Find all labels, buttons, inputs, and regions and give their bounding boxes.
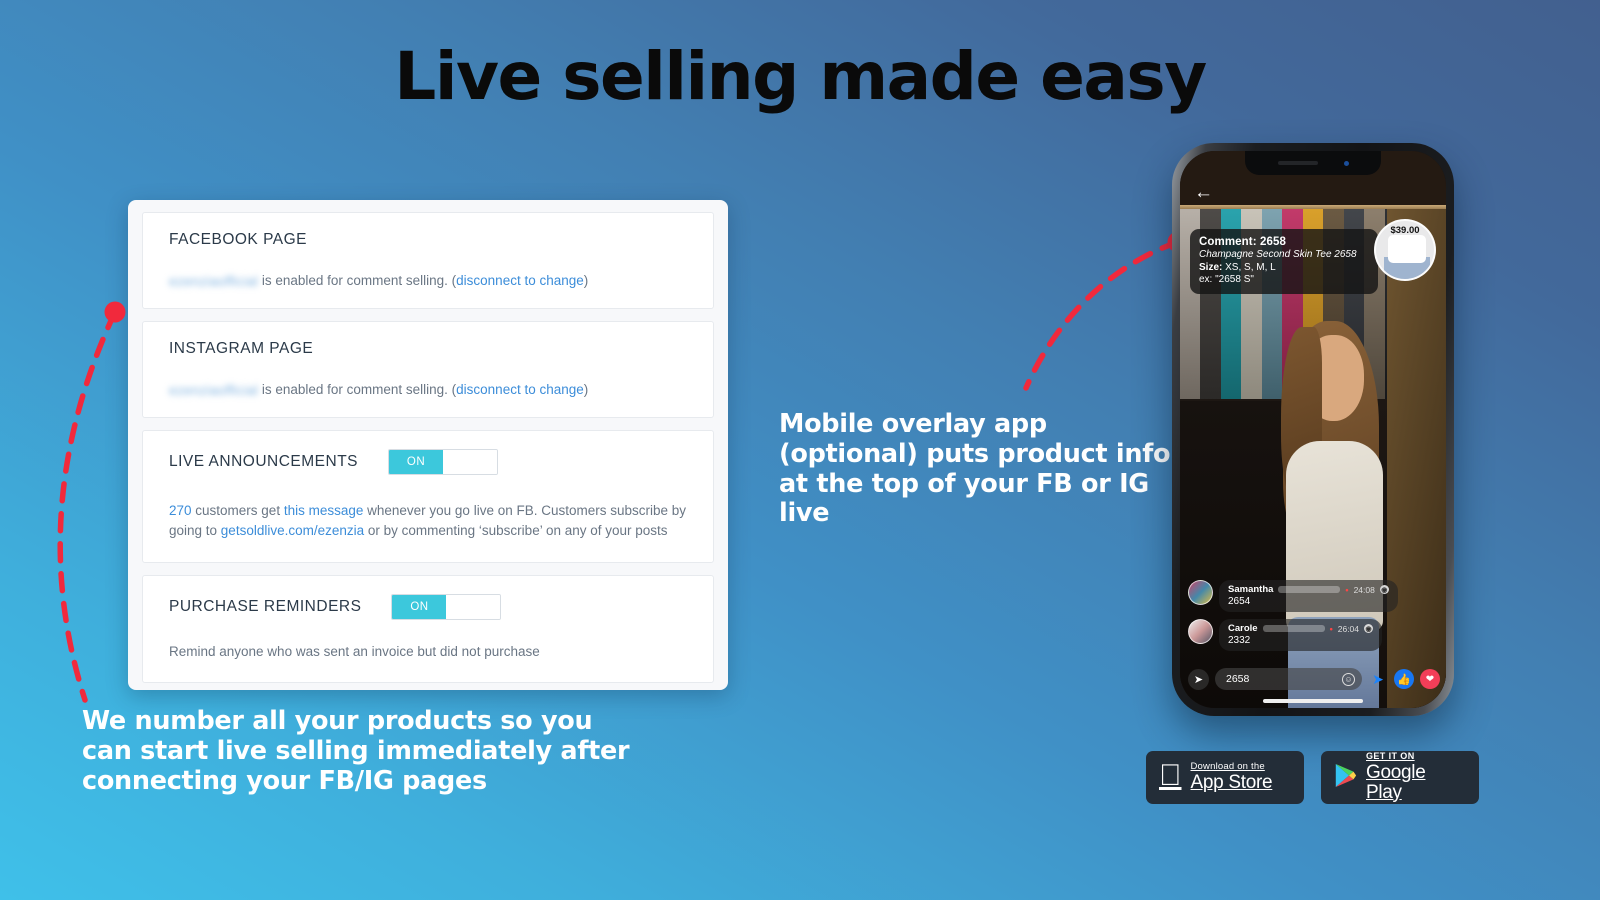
panel-desc-live-announcements: 270 customers get this message whenever … <box>169 501 687 542</box>
overlay-product-name: Champagne Second Skin Tee 2658 <box>1199 249 1357 260</box>
separator-dot-icon: • <box>1329 623 1333 634</box>
google-play-badge[interactable]: GET IT ON Google Play <box>1321 751 1479 804</box>
facebook-desc-before: is enabled for comment selling. ( <box>258 273 457 288</box>
instagram-desc-after: ) <box>583 382 589 397</box>
overlay-size-label: Size: <box>1199 262 1223 273</box>
heart-icon[interactable]: ❤ <box>1420 669 1440 689</box>
settings-card: FACEBOOK PAGE ezenziaofficial is enabled… <box>128 200 728 690</box>
connector-left-dashed <box>57 309 118 703</box>
panel-purchase-reminders: PURCHASE REMINDERS ON Remind anyone who … <box>142 574 714 683</box>
comment-bubble: Carole • 26:04 ◉ 2332 <box>1219 619 1383 651</box>
comment-meta: Carole • 26:04 ◉ <box>1228 623 1374 634</box>
redacted-account-facebook: ezenziaofficial <box>169 274 259 289</box>
comment-timestamp: 24:08 <box>1353 584 1375 595</box>
send-icon[interactable]: ➤ <box>1368 669 1388 689</box>
connector-left-dot <box>104 301 126 323</box>
thumbs-up-icon[interactable]: 👍 <box>1394 669 1414 689</box>
page-title: Live selling made easy <box>394 38 1207 115</box>
panel-desc-facebook: ezenziaofficial is enabled for comment s… <box>169 271 687 292</box>
avatar <box>1188 580 1213 605</box>
emoji-icon[interactable]: ☺ <box>1342 672 1355 686</box>
back-arrow-icon[interactable]: ← <box>1194 183 1213 202</box>
speaker-icon <box>1277 161 1318 165</box>
live-announcements-toggle[interactable]: ON <box>388 449 499 475</box>
comment-bubble: Samantha • 24:08 ◉ 2654 <box>1219 580 1398 612</box>
overlay-size-values: XS, S, M, L <box>1222 262 1276 273</box>
product-price-bubble: $39.00 <box>1374 219 1436 281</box>
phone-mockup: ← Comment: 2658 Champagne Second Skin Te… <box>1172 143 1454 716</box>
panel-facebook-page: FACEBOOK PAGE ezenziaofficial is enabled… <box>142 212 714 309</box>
separator-dot-icon: • <box>1345 584 1349 595</box>
bubble-shirt <box>1388 235 1426 263</box>
callout-product-numbering: We number all your products so you can s… <box>82 706 630 796</box>
la-text-1: customers get <box>191 503 284 518</box>
comment-input-value: 2658 <box>1226 673 1250 685</box>
live-announcements-header: LIVE ANNOUNCEMENTS ON <box>169 449 687 475</box>
comment-item: Carole • 26:04 ◉ 2332 <box>1188 619 1446 651</box>
google-play-bottom-label: Google Play <box>1366 761 1426 803</box>
avatar <box>1188 619 1213 644</box>
google-play-icon <box>1334 763 1357 793</box>
comment-item: Samantha • 24:08 ◉ 2654 <box>1188 580 1446 612</box>
globe-icon: ◉ <box>1379 585 1389 594</box>
facebook-disconnect-link[interactable]: disconnect to change <box>456 273 584 288</box>
facebook-desc-after: ) <box>583 273 589 288</box>
app-store-top-label: Download on the <box>1168 761 1265 773</box>
overlay-size-row: Size: XS, S, M, L <box>1199 262 1369 273</box>
product-overlay-box: Comment: 2658 Champagne Second Skin Tee … <box>1190 229 1378 294</box>
share-icon[interactable]: ➤ <box>1188 668 1209 690</box>
toggle-on-label-2: ON <box>392 594 447 619</box>
phone-screen: ← Comment: 2658 Champagne Second Skin Te… <box>1180 151 1446 708</box>
instagram-desc-before: is enabled for comment selling. ( <box>258 382 457 397</box>
panel-title-live-announcements: LIVE ANNOUNCEMENTS <box>169 453 359 470</box>
panel-live-announcements: LIVE ANNOUNCEMENTS ON 270 customers get … <box>142 430 714 563</box>
app-store-badges:  Download on the App Store GET IT ON Go… <box>1146 751 1479 804</box>
overlay-comment-label: Comment: 2658 <box>1199 236 1286 248</box>
this-message-link[interactable]: this message <box>284 503 364 518</box>
redacted-surname <box>1262 625 1325 632</box>
phone-notch <box>1245 151 1381 175</box>
comment-text: 2332 <box>1228 635 1251 646</box>
instagram-disconnect-link[interactable]: disconnect to change <box>456 382 584 397</box>
app-store-bottom-label: App Store <box>1168 772 1273 794</box>
panel-title-facebook: FACEBOOK PAGE <box>169 231 308 248</box>
overlay-example: ex: "2658 S" <box>1199 274 1254 285</box>
comment-input[interactable]: 2658 ☺ <box>1215 668 1362 690</box>
callout-mobile-overlay: Mobile overlay app (optional) puts produ… <box>779 409 1171 529</box>
live-comments-list: Samantha • 24:08 ◉ 2654 Carole • 26:04 ◉… <box>1188 580 1446 658</box>
purchase-reminders-header: PURCHASE REMINDERS ON <box>169 593 687 620</box>
panel-instagram-page: INSTAGRAM PAGE ezenziaofficial is enable… <box>142 321 714 418</box>
app-store-badge[interactable]:  Download on the App Store <box>1146 751 1304 804</box>
panel-title-instagram: INSTAGRAM PAGE <box>169 340 314 357</box>
panel-desc-instagram: ezenziaofficial is enabled for comment s… <box>169 380 687 401</box>
panel-desc-purchase-reminders: Remind anyone who was sent an invoice bu… <box>169 643 540 659</box>
product-price: $39.00 <box>1390 225 1420 236</box>
comment-text: 2654 <box>1228 596 1251 607</box>
subscriber-count: 270 <box>169 503 192 518</box>
google-play-top-label: GET IT ON <box>1366 751 1415 762</box>
redacted-account-instagram: ezenziaofficial <box>169 383 259 398</box>
comment-author: Samantha <box>1228 584 1274 595</box>
comment-author: Carole <box>1228 623 1258 634</box>
front-camera-icon <box>1343 160 1349 166</box>
comment-timestamp: 26:04 <box>1337 623 1360 634</box>
toggle-off-track-2 <box>446 594 501 619</box>
panel-title-purchase-reminders: PURCHASE REMINDERS <box>169 597 362 615</box>
globe-icon: ◉ <box>1364 624 1374 633</box>
purchase-reminders-toggle[interactable]: ON <box>391 593 502 620</box>
getsoldlive-url-link[interactable]: getsoldlive.com/ezenzia <box>221 523 364 538</box>
connector-right-dashed <box>1023 239 1181 391</box>
comment-input-bar: ➤ 2658 ☺ ➤ 👍 ❤ <box>1188 668 1440 690</box>
toggle-off-track <box>443 450 498 474</box>
comment-meta: Samantha • 24:08 ◉ <box>1228 584 1389 595</box>
la-text-3: or by commenting ‘subscribe’ on any of y… <box>364 523 668 539</box>
apple-icon:  <box>1159 760 1182 791</box>
redacted-surname <box>1278 586 1341 593</box>
toggle-on-label: ON <box>389 450 444 474</box>
home-indicator <box>1263 699 1363 703</box>
